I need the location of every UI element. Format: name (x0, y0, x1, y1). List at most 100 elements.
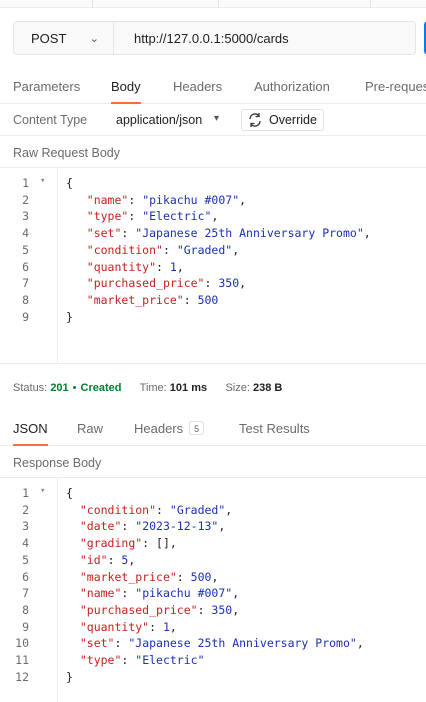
json-punctuation: , (232, 242, 240, 257)
url-input[interactable]: http://127.0.0.1:5000/cards (114, 31, 289, 46)
json-punctuation (66, 553, 80, 567)
chevron-down-icon: ⌄ (89, 32, 99, 45)
code-line: 2 "condition": "Graded", (0, 503, 426, 520)
method-label: POST (31, 30, 67, 46)
status-code: 201 (50, 382, 69, 394)
json-punctuation (66, 570, 80, 584)
json-punctuation (66, 586, 80, 600)
json-key: "set" (79, 636, 115, 651)
line-number: 3 (22, 209, 29, 224)
code-line: 5 "id": 5, (0, 553, 426, 570)
json-string: "Japanese 25th Anniversary Promo" (135, 226, 364, 241)
tab-json[interactable]: JSON (13, 421, 48, 446)
line-number: 9 (22, 309, 29, 324)
json-key: "purchased_price" (86, 276, 205, 291)
tab-parameters[interactable]: Parameters (13, 79, 80, 94)
code-line: 7 "purchased_price": 350, (0, 276, 426, 293)
tab-raw[interactable]: Raw (77, 421, 103, 436)
json-punctuation: , (211, 569, 219, 584)
line-number: 8 (22, 292, 29, 307)
size-label: Size: (225, 382, 250, 394)
code-line: 6 "quantity": 1, (0, 260, 426, 277)
json-punctuation (66, 243, 87, 257)
json-string: "2023-12-13" (135, 519, 219, 534)
json-punctuation: , (239, 276, 247, 291)
line-number: 4 (22, 226, 29, 241)
json-string: "Graded" (176, 242, 233, 257)
json-punctuation (66, 209, 87, 223)
response-body-header: Response Body (0, 446, 426, 478)
json-punctuation: , (225, 502, 233, 517)
code-text: "set": "Japanese 25th Anniversary Promo"… (66, 636, 364, 650)
response-body-viewer[interactable]: 1 ▾{2 "condition": "Graded", 3 "date": "20… (0, 478, 426, 702)
json-punctuation: , (128, 552, 136, 567)
json-punctuation: : [], (142, 536, 177, 551)
json-punctuation: } (66, 309, 73, 324)
code-text: } (66, 670, 73, 684)
fold-toggle-icon[interactable]: ▾ (40, 486, 45, 496)
json-punctuation: : (149, 619, 163, 634)
json-string: "Japanese 25th Anniversary Promo" (128, 636, 357, 651)
json-punctuation: { (66, 486, 73, 500)
size-value: 238 B (252, 382, 283, 394)
chevron-down-icon[interactable]: ▾ (214, 113, 219, 124)
tab-body[interactable]: Body (111, 79, 141, 104)
json-key: "date" (79, 519, 122, 534)
json-punctuation: , (239, 192, 247, 207)
json-key: "name" (79, 586, 122, 601)
top-strip-divider (370, 0, 371, 8)
tab-authorization[interactable]: Authorization (254, 79, 330, 94)
json-number: 350 (211, 602, 233, 617)
code-line: 9} (0, 310, 426, 327)
request-body-editor[interactable]: 1 ▾{2 "name": "pikachu #007", 3 "type": "E… (0, 168, 426, 364)
content-type-select[interactable]: application/json (116, 113, 202, 127)
code-text: "quantity": 1, (66, 260, 184, 274)
response-status-bar: Status: 201 • Created Time: 101 ms Size: 2… (13, 382, 282, 394)
line-number: 6 (22, 569, 29, 584)
tab-headers[interactable]: Headers (173, 79, 222, 94)
line-number: 7 (22, 586, 29, 601)
json-key: "market_price" (79, 569, 177, 584)
top-strip (0, 0, 426, 8)
json-punctuation: : (121, 519, 136, 534)
json-punctuation: : (128, 209, 143, 224)
request-url-bar: POST ⌄ http://127.0.0.1:5000/cards (13, 21, 416, 55)
code-line: 4 "set": "Japanese 25th Anniversary Prom… (0, 226, 426, 243)
json-key: "quantity" (79, 619, 150, 634)
json-key: "name" (86, 192, 129, 207)
json-key: "type" (79, 653, 122, 667)
json-punctuation (66, 293, 87, 307)
json-punctuation (66, 276, 87, 290)
response-body-title: Response Body (13, 456, 102, 470)
code-text: } (66, 310, 73, 324)
code-line: 3 "type": "Electric", (0, 209, 426, 226)
json-punctuation: , (232, 602, 240, 617)
code-text: "quantity": 1, (66, 620, 177, 634)
code-text: { (66, 486, 73, 500)
json-punctuation: , (211, 209, 219, 224)
tab-response-headers[interactable]: Headers 5 (134, 421, 205, 436)
tab-test-results[interactable]: Test Results (239, 421, 310, 436)
json-punctuation: : (128, 192, 143, 207)
json-string: "Graded" (169, 502, 226, 517)
fold-toggle-icon[interactable]: ▾ (40, 176, 45, 186)
response-tabs: JSON Raw Headers 5 Test Results (0, 412, 426, 446)
json-string: "pikachu #007" (142, 192, 240, 207)
code-line: 10 "set": "Japanese 25th Anniversary Pro… (0, 636, 426, 653)
code-text: "name": "pikachu #007", (66, 193, 246, 207)
tab-pre-request[interactable]: Pre-reques (365, 79, 426, 94)
top-strip-divider (92, 0, 93, 8)
code-text: "market_price": 500 (66, 293, 219, 307)
json-punctuation: } (66, 669, 73, 684)
override-button[interactable]: Override (241, 109, 324, 131)
code-text: "set": "Japanese 25th Anniversary Promo"… (66, 226, 371, 240)
json-punctuation (66, 536, 80, 550)
json-punctuation: , (363, 226, 371, 241)
code-text: "market_price": 500, (66, 569, 219, 584)
code-line: 6 "market_price": 500, (0, 570, 426, 587)
json-punctuation: , (232, 586, 240, 601)
line-number: 10 (15, 636, 29, 651)
line-number: 5 (22, 552, 29, 567)
json-number: 350 (218, 276, 240, 291)
method-select[interactable]: POST ⌄ (14, 22, 114, 54)
